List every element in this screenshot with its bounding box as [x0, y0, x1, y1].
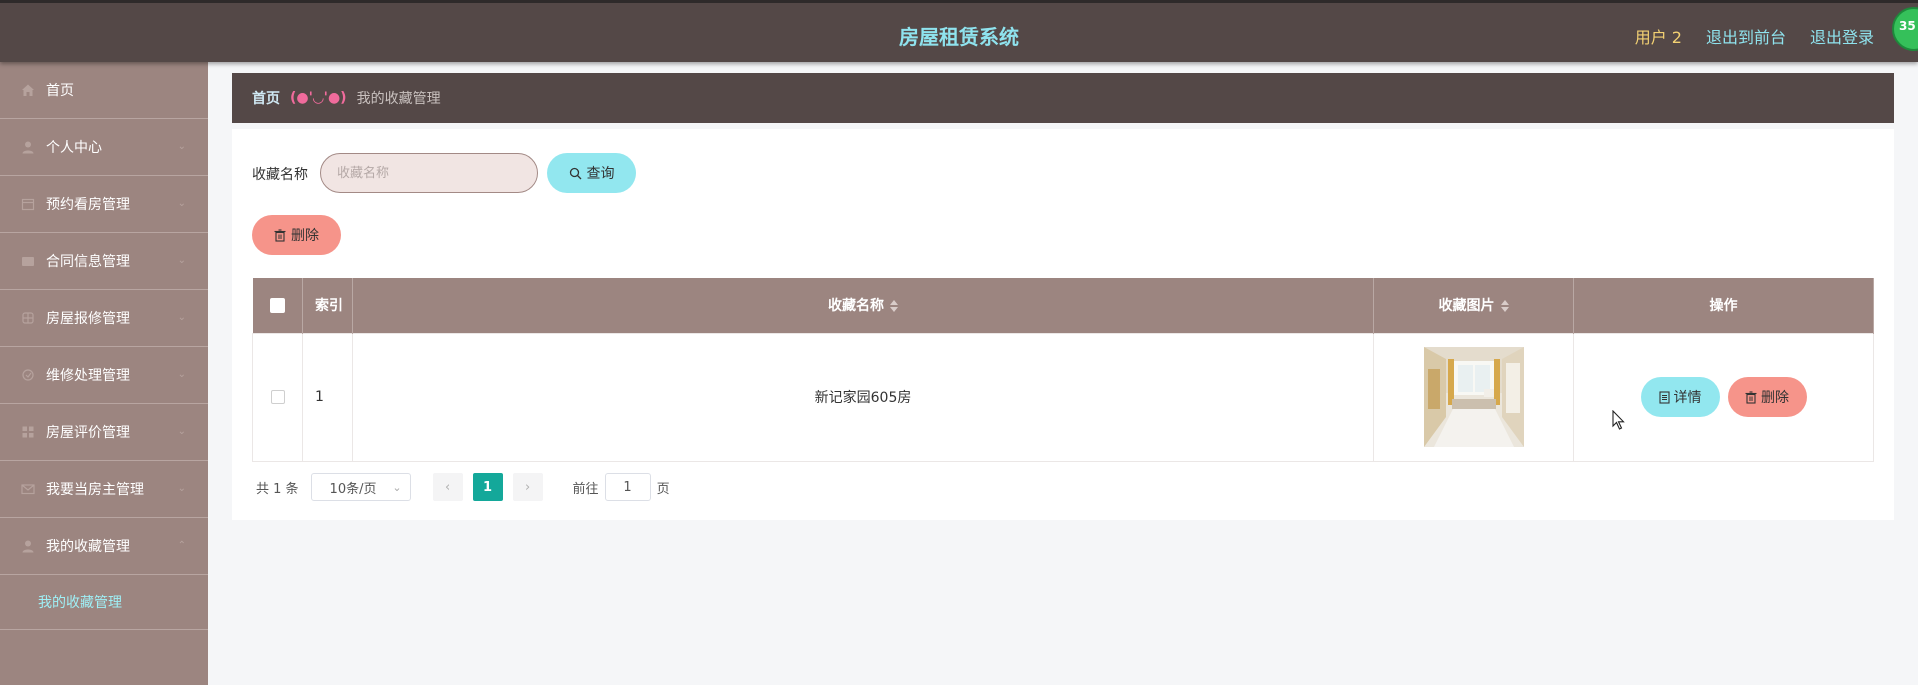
- sidebar-item-label: 房屋评价管理: [46, 425, 130, 441]
- breadcrumb-home[interactable]: 首页: [252, 88, 280, 108]
- document-icon: [1658, 390, 1670, 404]
- sidebar-item-repair-requests[interactable]: 房屋报修管理 ⌄: [0, 290, 208, 347]
- mail-icon: [20, 481, 36, 497]
- sidebar-item-personal-center[interactable]: 个人中心 ⌄: [0, 119, 208, 176]
- page-size-select[interactable]: 10条/页 ⌄: [310, 473, 411, 501]
- sidebar-subitem-my-favorites[interactable]: 我的收藏管理: [0, 575, 208, 630]
- sidebar-item-contracts[interactable]: 合同信息管理 ⌄: [0, 233, 208, 290]
- column-header-label: 收藏图片: [1438, 298, 1495, 315]
- sidebar-item-viewing-appointments[interactable]: 预约看房管理 ⌄: [0, 176, 208, 233]
- mouse-cursor-icon: [1612, 410, 1625, 430]
- sidebar: 首页 个人中心 ⌄ 预约看房管理 ⌄ 合同信息管理 ⌄ 房屋报修管理 ⌄ 维修处…: [0, 62, 208, 685]
- sidebar-subitem-label: 我的收藏管理: [38, 595, 122, 611]
- row-operations-cell: 详情 删除: [1573, 332, 1874, 462]
- batch-delete-button[interactable]: 删除: [252, 215, 341, 255]
- table-header-row: 索引 收藏名称 收藏图片 操作: [252, 278, 1874, 333]
- app-title: 房屋租赁系统: [899, 25, 1019, 49]
- delete-row-button[interactable]: 删除: [1727, 377, 1807, 417]
- person-icon: [20, 538, 36, 554]
- contract-icon: [20, 253, 36, 269]
- column-header-operations: 操作: [1573, 278, 1874, 333]
- detail-button-label: 详情: [1673, 390, 1702, 406]
- search-label: 收藏名称: [252, 167, 308, 183]
- sidebar-item-home[interactable]: 首页: [0, 62, 208, 119]
- chevron-left-icon: ‹: [444, 479, 451, 495]
- search-input[interactable]: [320, 153, 538, 193]
- header-links: 用户 2 退出到前台 退出登录: [1635, 24, 1874, 48]
- sidebar-item-label: 我的收藏管理: [46, 539, 130, 555]
- chevron-down-icon: ⌄: [177, 198, 186, 209]
- column-header-index: 索引: [302, 278, 353, 333]
- prev-page-button[interactable]: ‹: [432, 473, 463, 501]
- goto-suffix: 页: [656, 481, 670, 497]
- breadcrumb: 首页 (●'◡'●) 我的收藏管理: [232, 73, 1894, 123]
- grid-icon: [20, 424, 36, 440]
- sidebar-item-my-favorites[interactable]: 我的收藏管理 ⌃: [0, 518, 208, 575]
- detail-button[interactable]: 详情: [1640, 377, 1720, 417]
- sidebar-item-become-landlord[interactable]: 我要当房主管理 ⌄: [0, 461, 208, 518]
- top-header: 房屋租赁系统 用户 2 退出到前台 退出登录 35: [0, 0, 1918, 62]
- row-index: 1: [302, 332, 353, 462]
- current-user-label[interactable]: 用户 2: [1635, 24, 1682, 48]
- logout-link[interactable]: 退出登录: [1810, 24, 1874, 48]
- pagination-total: 共 1 条: [256, 481, 299, 497]
- search-icon: [569, 167, 581, 179]
- room-photo-image[interactable]: [1423, 347, 1524, 447]
- search-button[interactable]: 查询: [547, 153, 636, 193]
- chevron-up-icon: ⌃: [177, 540, 186, 551]
- chevron-down-icon: ⌄: [177, 255, 186, 266]
- row-favorite-name: 新记家园605房: [352, 332, 1374, 462]
- chevron-down-icon: ⌄: [177, 141, 186, 152]
- row-checkbox[interactable]: [270, 390, 285, 404]
- search-button-label: 查询: [586, 166, 615, 182]
- sidebar-item-label: 合同信息管理: [46, 254, 130, 270]
- chevron-right-icon: ›: [524, 479, 531, 495]
- sidebar-item-label: 个人中心: [46, 140, 102, 156]
- delete-row-label: 删除: [1761, 390, 1789, 406]
- page-size-value: 10条/页: [329, 481, 377, 497]
- sidebar-item-maintenance[interactable]: 维修处理管理 ⌄: [0, 347, 208, 404]
- sidebar-item-label: 房屋报修管理: [46, 311, 130, 327]
- goto-page-input[interactable]: [604, 473, 651, 501]
- sidebar-item-label: 预约看房管理: [46, 197, 130, 213]
- main-panel: 收藏名称 查询 删除 索引 收藏名称 收藏图片 操作 1: [232, 129, 1894, 520]
- table-row: 1 新记家园605房 详情 删除: [252, 332, 1874, 462]
- chevron-down-icon: ⌄: [177, 483, 186, 494]
- breadcrumb-current: 我的收藏管理: [356, 91, 441, 107]
- back-to-frontend-link[interactable]: 退出到前台: [1706, 24, 1786, 48]
- user-icon: [20, 139, 36, 155]
- sidebar-item-label: 我要当房主管理: [46, 482, 144, 498]
- home-icon: [20, 82, 36, 98]
- pagination: 共 1 条 10条/页 ⌄ ‹ 1 › 前往 页: [256, 473, 670, 501]
- batch-delete-label: 删除: [291, 228, 319, 244]
- select-all-cell: [252, 278, 303, 333]
- wrench-icon: [20, 367, 36, 383]
- breadcrumb-separator: (●'◡'●): [290, 90, 347, 106]
- select-all-checkbox[interactable]: [269, 297, 285, 313]
- column-header-name[interactable]: 收藏名称: [352, 278, 1374, 333]
- column-header-label: 收藏名称: [828, 298, 884, 315]
- row-image-cell: [1373, 332, 1574, 462]
- next-page-button[interactable]: ›: [512, 473, 543, 501]
- sidebar-item-label: 维修处理管理: [46, 368, 130, 384]
- row-select-cell: [252, 332, 303, 462]
- column-header-image[interactable]: 收藏图片: [1373, 278, 1574, 333]
- goto-label: 前往: [572, 481, 599, 497]
- sort-icon[interactable]: [1500, 300, 1509, 313]
- page-number-button[interactable]: 1: [472, 473, 503, 501]
- sidebar-item-reviews[interactable]: 房屋评价管理 ⌄: [0, 404, 208, 461]
- sort-icon[interactable]: [890, 300, 898, 313]
- chevron-down-icon: ⌄: [392, 480, 402, 494]
- chevron-down-icon: ⌄: [177, 312, 186, 323]
- chevron-down-icon: ⌄: [177, 369, 186, 380]
- trash-icon: [1745, 390, 1757, 404]
- row-actions: 详情 删除: [1640, 377, 1807, 417]
- sidebar-item-label: 首页: [46, 83, 74, 99]
- favorites-table: 索引 收藏名称 收藏图片 操作 1 新记家园605房 详情 删除: [252, 278, 1874, 462]
- calendar-icon: [20, 196, 36, 212]
- repair-icon: [20, 310, 36, 326]
- chevron-down-icon: ⌄: [177, 426, 186, 437]
- trash-icon: [274, 228, 286, 242]
